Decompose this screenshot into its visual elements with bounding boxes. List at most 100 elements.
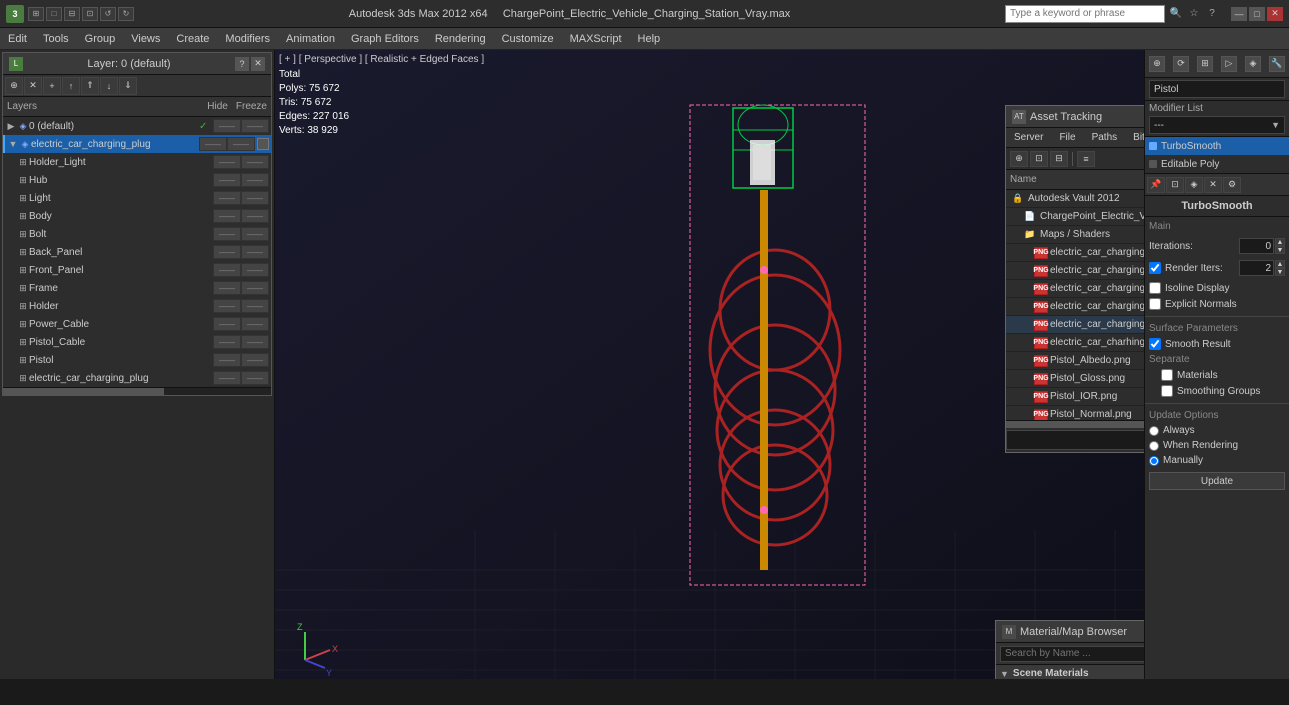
title-icon-6[interactable]: ↻ xyxy=(118,7,134,21)
smooth-result-label[interactable]: Smooth Result xyxy=(1149,338,1285,350)
menu-tools[interactable]: Tools xyxy=(35,28,77,49)
layer-freeze-btn[interactable]: —— xyxy=(241,173,269,187)
layer-hide-btn[interactable]: —— xyxy=(213,353,241,367)
layer-item-frame[interactable]: ⊞ Frame —— —— xyxy=(3,279,271,297)
title-icon-5[interactable]: ↺ xyxy=(100,7,116,21)
layers-help-btn[interactable]: ? xyxy=(235,57,249,71)
remove-modifier-btn[interactable]: ✕ xyxy=(1204,177,1222,193)
maximize-btn[interactable]: □ xyxy=(1249,7,1265,21)
radio-always[interactable] xyxy=(1149,426,1159,436)
radio-manually-label[interactable]: Manually xyxy=(1149,455,1285,466)
asset-row-maps[interactable]: 📁 Maps / Shaders xyxy=(1006,226,1144,244)
explicit-normals-checkbox[interactable] xyxy=(1149,298,1161,310)
asset-row-png-7[interactable]: PNG Pistol_Albedo.png Found xyxy=(1006,352,1144,370)
layers-close-btn[interactable]: ✕ xyxy=(251,57,265,71)
layer-freeze-btn[interactable]: —— xyxy=(241,353,269,367)
cmd-hierarchy-icon[interactable]: ⊞ xyxy=(1197,56,1213,72)
bookmark-btn[interactable]: ☆ xyxy=(1187,7,1201,21)
render-iters-down[interactable]: ▼ xyxy=(1275,268,1285,276)
menu-edit[interactable]: Edit xyxy=(0,28,35,49)
modifier-stack-editpoly[interactable]: Editable Poly xyxy=(1145,155,1289,173)
layer-item-electric2[interactable]: ⊞ electric_car_charging_plug —— —— xyxy=(3,369,271,387)
asset-row-png-3[interactable]: PNG electric_car_charging_plug_IOR.png F… xyxy=(1006,280,1144,298)
layer-hide-btn[interactable]: —— xyxy=(213,155,241,169)
asset-row-file[interactable]: 📄 ChargePoint_Electric_Vehicle_Charging_… xyxy=(1006,208,1144,226)
layers-col-hide[interactable]: Hide xyxy=(207,101,228,112)
menu-help[interactable]: Help xyxy=(630,28,669,49)
close-btn[interactable]: ✕ xyxy=(1267,7,1283,21)
materials-checkbox[interactable] xyxy=(1161,369,1173,381)
asset-row-png-6[interactable]: PNG electric_car_charhing_plug_Light_Opa… xyxy=(1006,334,1144,352)
keyword-search[interactable] xyxy=(1005,5,1165,23)
asset-row-png-9[interactable]: PNG Pistol_IOR.png Found xyxy=(1006,388,1144,406)
asset-row-png-4[interactable]: PNG electric_car_charging_plug_Normal.pn… xyxy=(1006,298,1144,316)
radio-always-label[interactable]: Always xyxy=(1149,425,1285,436)
asset-path-input[interactable] xyxy=(1006,430,1144,450)
cmd-create-icon[interactable]: ⊕ xyxy=(1149,56,1165,72)
menu-create[interactable]: Create xyxy=(168,28,217,49)
layer-item-electric[interactable]: ▼ ◈ electric_car_charging_plug —— —— xyxy=(3,135,271,153)
layer-item-back-panel[interactable]: ⊞ Back_Panel —— —— xyxy=(3,243,271,261)
asset-row-png-8[interactable]: PNG Pistol_Gloss.png Found xyxy=(1006,370,1144,388)
layer-hide-btn[interactable]: —— xyxy=(213,317,241,331)
help-btn[interactable]: ? xyxy=(1205,7,1219,21)
layer-freeze-btn[interactable]: —— xyxy=(241,155,269,169)
material-browser-titlebar[interactable]: M Material/Map Browser ✕ xyxy=(996,621,1144,643)
layer-hide-btn[interactable]: —— xyxy=(213,281,241,295)
update-button[interactable]: Update xyxy=(1149,472,1285,490)
layer-hide-btn[interactable]: —— xyxy=(213,335,241,349)
asset-row-png-10[interactable]: PNG Pistol_Normal.png Found xyxy=(1006,406,1144,420)
asset-row-png-1[interactable]: PNG electric_car_charging_plug_Albedo.pn… xyxy=(1006,244,1144,262)
smoothing-groups-checkbox[interactable] xyxy=(1161,385,1173,397)
layer-hide-btn[interactable]: —— xyxy=(213,371,241,385)
menu-modifiers[interactable]: Modifiers xyxy=(217,28,278,49)
layer-freeze-btn[interactable]: —— xyxy=(241,209,269,223)
layer-item-holder[interactable]: ⊞ Holder —— —— xyxy=(3,297,271,315)
iterations-up[interactable]: ▲ xyxy=(1275,238,1285,246)
layers-tool-5[interactable]: ⇑ xyxy=(81,77,99,95)
layer-freeze-btn[interactable]: —— xyxy=(241,371,269,385)
modifier-list-dropdown[interactable]: --- ▼ xyxy=(1149,116,1285,134)
asset-scrollbar[interactable] xyxy=(1006,420,1144,428)
iterations-spinner[interactable]: ▲ ▼ xyxy=(1275,238,1285,254)
render-iters-up[interactable]: ▲ xyxy=(1275,260,1285,268)
search-btn[interactable]: 🔍 xyxy=(1169,7,1183,21)
isoline-label[interactable]: Isoline Display xyxy=(1149,282,1285,294)
layer-hide-btn[interactable]: —— xyxy=(213,263,241,277)
minimize-btn[interactable]: — xyxy=(1231,7,1247,21)
layer-item-front-panel[interactable]: ⊞ Front_Panel —— —— xyxy=(3,261,271,279)
asset-row-vault[interactable]: 🔒 Autodesk Vault 2012 Logged Out xyxy=(1006,190,1144,208)
cmd-modify-icon[interactable]: ⟳ xyxy=(1173,56,1189,72)
render-iters-checkbox[interactable] xyxy=(1149,262,1161,274)
layers-tool-4[interactable]: ↑ xyxy=(62,77,80,95)
asset-row-png-5[interactable]: PNG electric_car_charging_plug_Specular.… xyxy=(1006,316,1144,334)
layer-hide-btn[interactable]: —— xyxy=(213,173,241,187)
show-end-btn[interactable]: ⊡ xyxy=(1166,177,1184,193)
layer-hide-btn[interactable]: —— xyxy=(199,137,227,151)
layers-tool-1[interactable]: ⊕ xyxy=(5,77,23,95)
layer-freeze-btn[interactable]: —— xyxy=(241,245,269,259)
menu-maxscript[interactable]: MAXScript xyxy=(562,28,630,49)
layer-freeze-btn[interactable]: —— xyxy=(227,137,255,151)
asset-menu-server[interactable]: Server xyxy=(1006,130,1051,145)
layers-tool-7[interactable]: ⇓ xyxy=(119,77,137,95)
menu-views[interactable]: Views xyxy=(123,28,168,49)
layer-item-power-cable[interactable]: ⊞ Power_Cable —— —— xyxy=(3,315,271,333)
cmd-motion-icon[interactable]: ▷ xyxy=(1221,56,1237,72)
radio-manually[interactable] xyxy=(1149,456,1159,466)
layer-hide-btn[interactable]: —— xyxy=(213,299,241,313)
layer-item-light[interactable]: ⊞ Light —— —— xyxy=(3,189,271,207)
layer-freeze-btn[interactable]: —— xyxy=(241,299,269,313)
layer-hide-btn[interactable]: —— xyxy=(213,245,241,259)
cmd-utilities-icon[interactable]: 🔧 xyxy=(1269,56,1285,72)
isoline-checkbox[interactable] xyxy=(1149,282,1161,294)
asset-row-png-2[interactable]: PNG electric_car_charging_plug_Gloss.png… xyxy=(1006,262,1144,280)
layer-freeze-btn[interactable]: —— xyxy=(241,335,269,349)
asset-tool-1[interactable]: ⊕ xyxy=(1010,151,1028,167)
title-icon-2[interactable]: □ xyxy=(46,7,62,21)
asset-menu-paths[interactable]: Paths xyxy=(1084,130,1126,145)
smooth-result-checkbox[interactable] xyxy=(1149,338,1161,350)
scene-materials-header[interactable]: ▼ Scene Materials xyxy=(996,665,1144,679)
layer-hide-btn[interactable]: —— xyxy=(213,209,241,223)
explicit-normals-label[interactable]: Explicit Normals xyxy=(1149,298,1285,310)
